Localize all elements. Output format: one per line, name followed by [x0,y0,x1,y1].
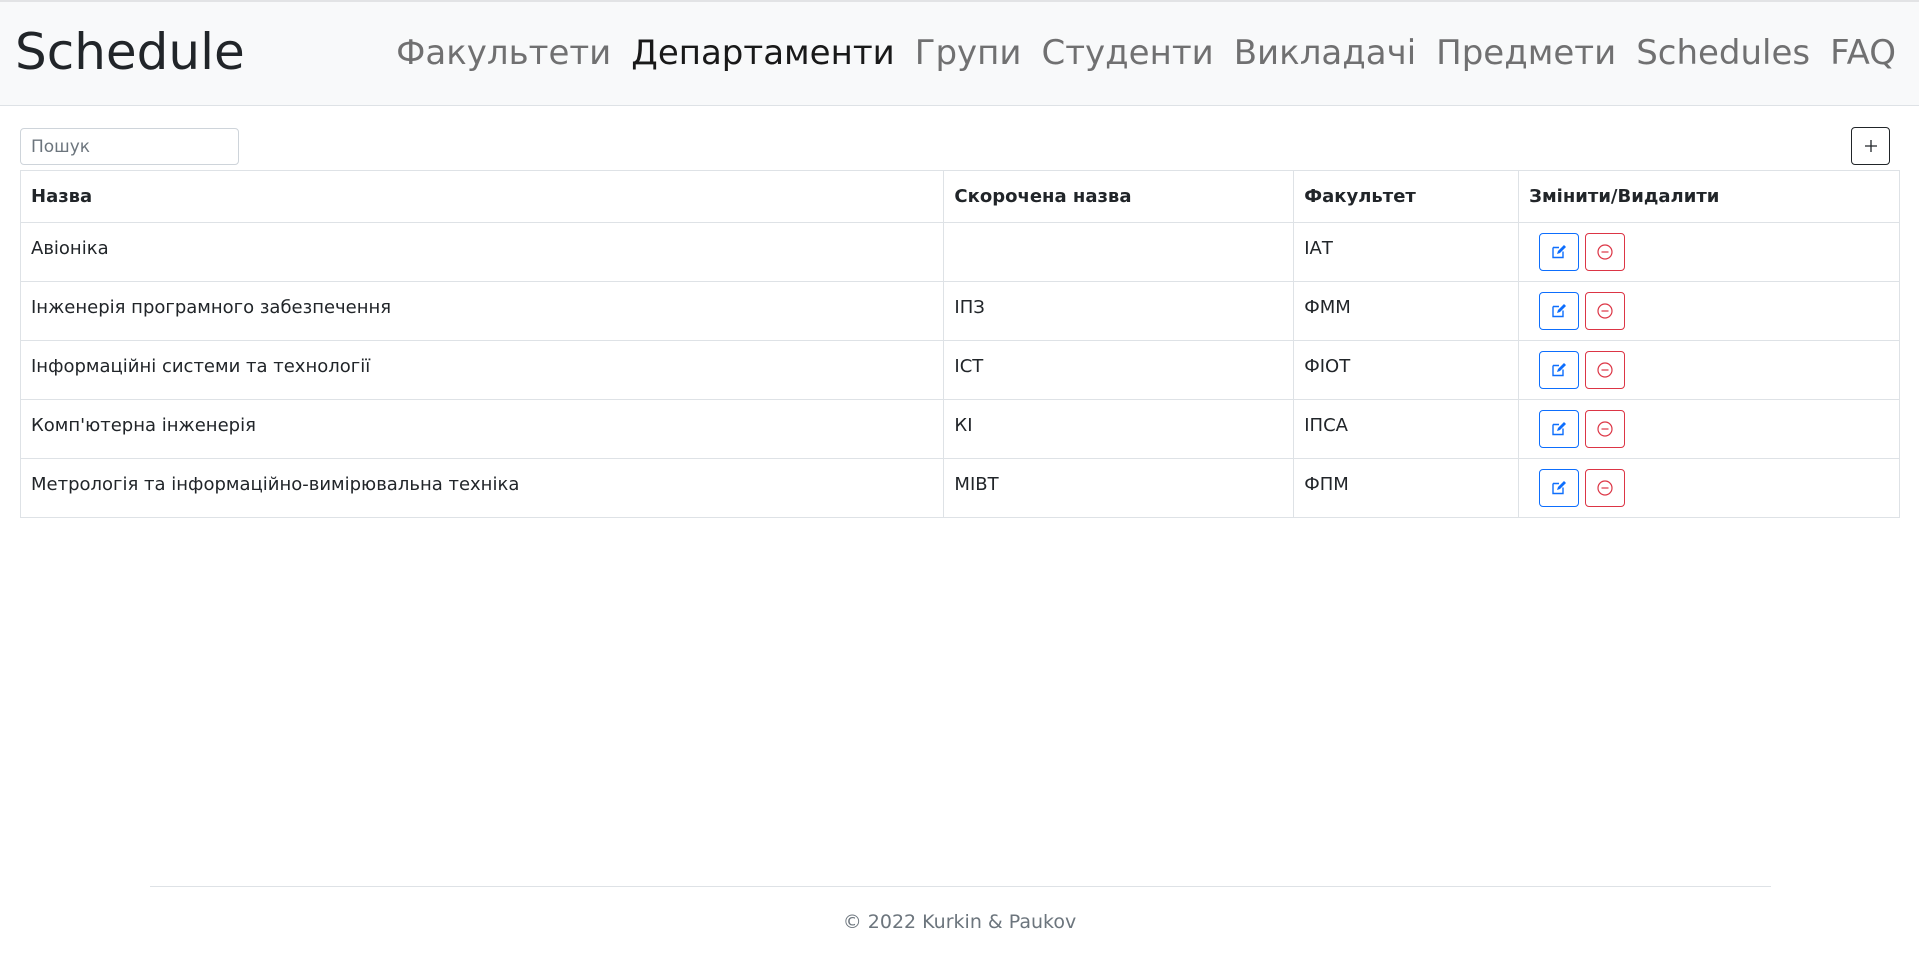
table-row: Інженерія програмного забезпечення ІПЗ ФММ [19,281,1900,341]
edit-icon [1551,421,1567,437]
remove-icon [1596,420,1614,438]
plus-icon [1864,140,1877,152]
remove-icon [1596,302,1614,320]
search-input[interactable] [20,128,239,165]
departments-table: Назва Скорочена назва Факультет Змінити/… [19,170,1900,518]
cell-name: Інженерія програмного забезпечення [19,281,945,341]
cell-faculty: ФПМ [1293,458,1520,518]
table-header-row: Назва Скорочена назва Факультет Змінити/… [19,170,1900,223]
cell-actions [1518,222,1900,282]
cell-faculty: ІАТ [1293,222,1520,282]
nav-link-departments[interactable]: Департаменти [631,30,894,76]
column-header-short-name: Скорочена назва [943,170,1295,223]
delete-button[interactable] [1585,351,1626,389]
cell-short-name: ІСТ [943,340,1295,400]
nav-link-faculties[interactable]: Факультети [396,30,611,76]
edit-icon [1551,303,1567,319]
add-department-button[interactable] [1851,127,1890,165]
nav-link-subjects[interactable]: Предмети [1436,30,1616,76]
navbar: Schedule Факультети Департаменти Групи С… [0,0,1919,106]
cell-short-name: КІ [943,399,1295,459]
cell-actions [1518,399,1900,459]
edit-icon [1551,244,1567,260]
cell-actions [1518,340,1900,400]
edit-button[interactable] [1539,292,1580,330]
delete-button[interactable] [1585,292,1626,330]
edit-button[interactable] [1539,469,1580,507]
cell-faculty: ФММ [1293,281,1520,341]
nav-link-faq[interactable]: FAQ [1830,30,1896,76]
table-row: Метрологія та інформаційно-вимірювальна … [19,458,1900,518]
cell-name: Авіоніка [19,222,945,282]
edit-icon [1551,480,1567,496]
edit-button[interactable] [1539,410,1580,448]
edit-button[interactable] [1539,233,1580,271]
footer-copyright: © 2022 Kurkin & Paukov [842,911,1077,933]
cell-short-name [943,222,1295,282]
nav-link-schedules[interactable]: Schedules [1636,30,1810,76]
table-row: Комп'ютерна інженерія КІ ІПСА [19,399,1900,459]
nav-link-teachers[interactable]: Викладачі [1234,30,1416,76]
table-row: Авіоніка ІАТ [19,222,1900,282]
cell-short-name: ІПЗ [943,281,1295,341]
table-row: Інформаційні системи та технології ІСТ ФІО… [19,340,1900,400]
nav-links: Факультети Департаменти Групи Студенти В… [396,30,1896,76]
cell-name: Комп'ютерна інженерія [19,399,945,459]
delete-button[interactable] [1585,233,1626,271]
brand-logo[interactable]: Schedule [15,24,245,80]
delete-button[interactable] [1585,469,1626,507]
remove-icon [1596,361,1614,379]
nav-link-students[interactable]: Студенти [1042,30,1214,76]
edit-icon [1551,362,1567,378]
cell-faculty: ФІОТ [1293,340,1520,400]
cell-actions [1518,281,1900,341]
nav-link-groups[interactable]: Групи [915,30,1022,76]
column-header-name: Назва [19,170,945,223]
column-header-faculty: Факультет [1293,170,1520,223]
cell-name: Інформаційні системи та технології [19,340,945,400]
delete-button[interactable] [1585,410,1626,448]
edit-button[interactable] [1539,351,1580,389]
cell-actions [1518,458,1900,518]
cell-short-name: МІВТ [943,458,1295,518]
cell-faculty: ІПСА [1293,399,1520,459]
remove-icon [1596,243,1614,261]
cell-name: Метрологія та інформаційно-вимірювальна … [19,458,945,518]
column-header-actions: Змінити/Видалити [1518,170,1900,223]
remove-icon [1596,479,1614,497]
footer-divider [150,886,1771,887]
